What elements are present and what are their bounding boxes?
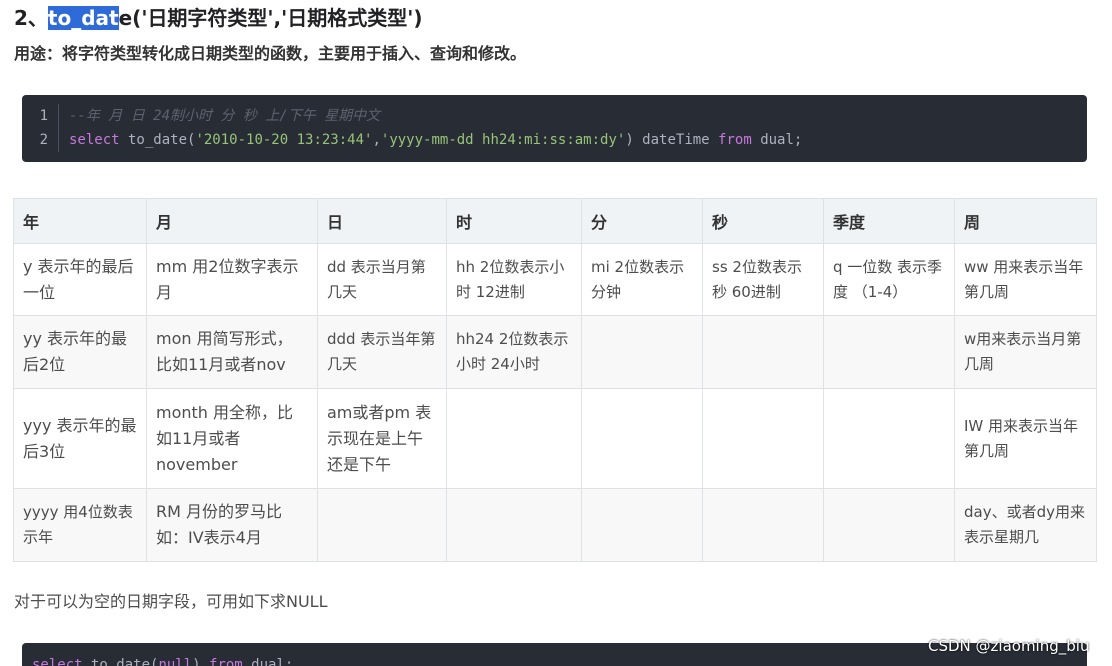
section-heading: 2、to_date('日期字符类型','日期格式类型') bbox=[14, 4, 423, 32]
code-string-format: 'yyyy-mm-dd hh24:mi:ss:am:dy' bbox=[380, 132, 626, 148]
table-row: y 表示年的最后一位 mm 用2位数字表示月 dd 表示当月第几天 hh 2位数… bbox=[13, 243, 1097, 316]
header-cell: 季度 bbox=[823, 198, 955, 244]
table-cell bbox=[446, 488, 582, 562]
code-line-1: 1 --年 月 日 24制小时 分 秒 上/下午 星期中文 bbox=[22, 104, 1087, 128]
heading-selected-text[interactable]: to_dat bbox=[47, 6, 119, 30]
purpose-text: 用途：将字符类型转化成日期类型的函数，主要用于插入、查询和修改。 bbox=[14, 44, 527, 63]
gutter-divider bbox=[58, 104, 59, 128]
keyword-null: null bbox=[158, 657, 193, 666]
code-fn: to_date( bbox=[119, 132, 196, 148]
code-tail: dual; bbox=[751, 132, 803, 148]
csdn-watermark: CSDN @ziaoming_biu bbox=[928, 637, 1090, 655]
table-cell: dd 表示当月第几天 bbox=[317, 243, 447, 316]
code-block-1: 1 --年 月 日 24制小时 分 秒 上/下午 星期中文 2 select to_… bbox=[22, 95, 1087, 162]
table-row: yy 表示年的最后2位 mon 用简写形式，比如11月或者nov ddd 表示当… bbox=[13, 315, 1097, 389]
table-cell bbox=[823, 315, 955, 389]
table-cell: q 一位数 表示季度 （1-4） bbox=[823, 243, 955, 316]
table-cell: mm 用2位数字表示月 bbox=[146, 243, 318, 316]
code-line-2: 2 select to_date('2010-10-20 13:23:44','y… bbox=[22, 128, 1087, 152]
heading-prefix: 2、 bbox=[14, 6, 48, 30]
header-cell: 年 bbox=[13, 198, 147, 244]
code-alias: ) dateTime bbox=[625, 132, 719, 148]
table-row: yyy 表示年的最后3位 month 用全称，比如11月或者november a… bbox=[13, 388, 1097, 489]
null-note-text: 对于可以为空的日期字段，可用如下求NULL bbox=[14, 592, 328, 611]
code-comment: --年 月 日 24制小时 分 秒 上/下午 星期中文 bbox=[69, 108, 381, 124]
keyword-from: from bbox=[209, 657, 243, 666]
code-comma: , bbox=[372, 132, 381, 148]
table-cell bbox=[581, 388, 703, 489]
table-cell: y 表示年的最后一位 bbox=[13, 243, 147, 316]
table-cell: RM 月份的罗马比如：IV表示4月 bbox=[146, 488, 318, 562]
line-number: 1 bbox=[39, 108, 48, 124]
header-cell: 时 bbox=[446, 198, 582, 244]
header-cell: 日 bbox=[317, 198, 447, 244]
header-cell: 月 bbox=[146, 198, 318, 244]
keyword-from: from bbox=[718, 132, 752, 148]
code-fn: to_date( bbox=[82, 657, 159, 666]
keyword-select: select bbox=[32, 657, 83, 666]
table-cell bbox=[702, 488, 824, 562]
table-cell bbox=[702, 315, 824, 389]
code-tail: dual; bbox=[242, 657, 294, 666]
table-cell: ww 用来表示当年第几周 bbox=[954, 243, 1097, 316]
table-cell: yyy 表示年的最后3位 bbox=[13, 388, 147, 489]
table-cell: w用来表示当月第几周 bbox=[954, 315, 1097, 389]
table-cell: ss 2位数表示秒 60进制 bbox=[702, 243, 824, 316]
date-format-table: 年 月 日 时 分 秒 季度 周 y 表示年的最后一位 mm 用2位数字表示月 … bbox=[13, 198, 1097, 562]
table-cell: IW 用来表示当年第几周 bbox=[954, 388, 1097, 489]
table-cell bbox=[823, 488, 955, 562]
gutter-divider bbox=[58, 128, 59, 152]
heading-rest: e('日期字符类型','日期格式类型') bbox=[118, 6, 423, 30]
table-cell: mon 用简写形式，比如11月或者nov bbox=[146, 315, 318, 389]
line-number: 2 bbox=[39, 132, 48, 148]
table-cell bbox=[446, 388, 582, 489]
table-cell: month 用全称，比如11月或者november bbox=[146, 388, 318, 489]
table-cell: am或者pm 表示现在是上午还是下午 bbox=[317, 388, 447, 489]
keyword-select: select bbox=[69, 132, 120, 148]
code-string-date: '2010-10-20 13:23:44' bbox=[195, 132, 373, 148]
table-cell: day、或者dy用来表示星期几 bbox=[954, 488, 1097, 562]
header-cell: 秒 bbox=[702, 198, 824, 244]
table-cell: hh24 2位数表示小时 24小时 bbox=[446, 315, 582, 389]
table-cell bbox=[823, 388, 955, 489]
table-cell bbox=[581, 315, 703, 389]
table-cell bbox=[581, 488, 703, 562]
header-cell: 周 bbox=[954, 198, 1097, 244]
table-cell: mi 2位数表示分钟 bbox=[581, 243, 703, 316]
table-cell: hh 2位数表示小时 12进制 bbox=[446, 243, 582, 316]
table-cell bbox=[702, 388, 824, 489]
table-cell: yyyy 用4位数表示年 bbox=[13, 488, 147, 562]
table-row: yyyy 用4位数表示年 RM 月份的罗马比如：IV表示4月 day、或者dy用… bbox=[13, 488, 1097, 562]
table-header-row: 年 月 日 时 分 秒 季度 周 bbox=[13, 198, 1097, 244]
table-cell: ddd 表示当年第几天 bbox=[317, 315, 447, 389]
header-cell: 分 bbox=[581, 198, 703, 244]
code-paren: ) bbox=[192, 657, 210, 666]
table-cell bbox=[317, 488, 447, 562]
table-cell: yy 表示年的最后2位 bbox=[13, 315, 147, 389]
